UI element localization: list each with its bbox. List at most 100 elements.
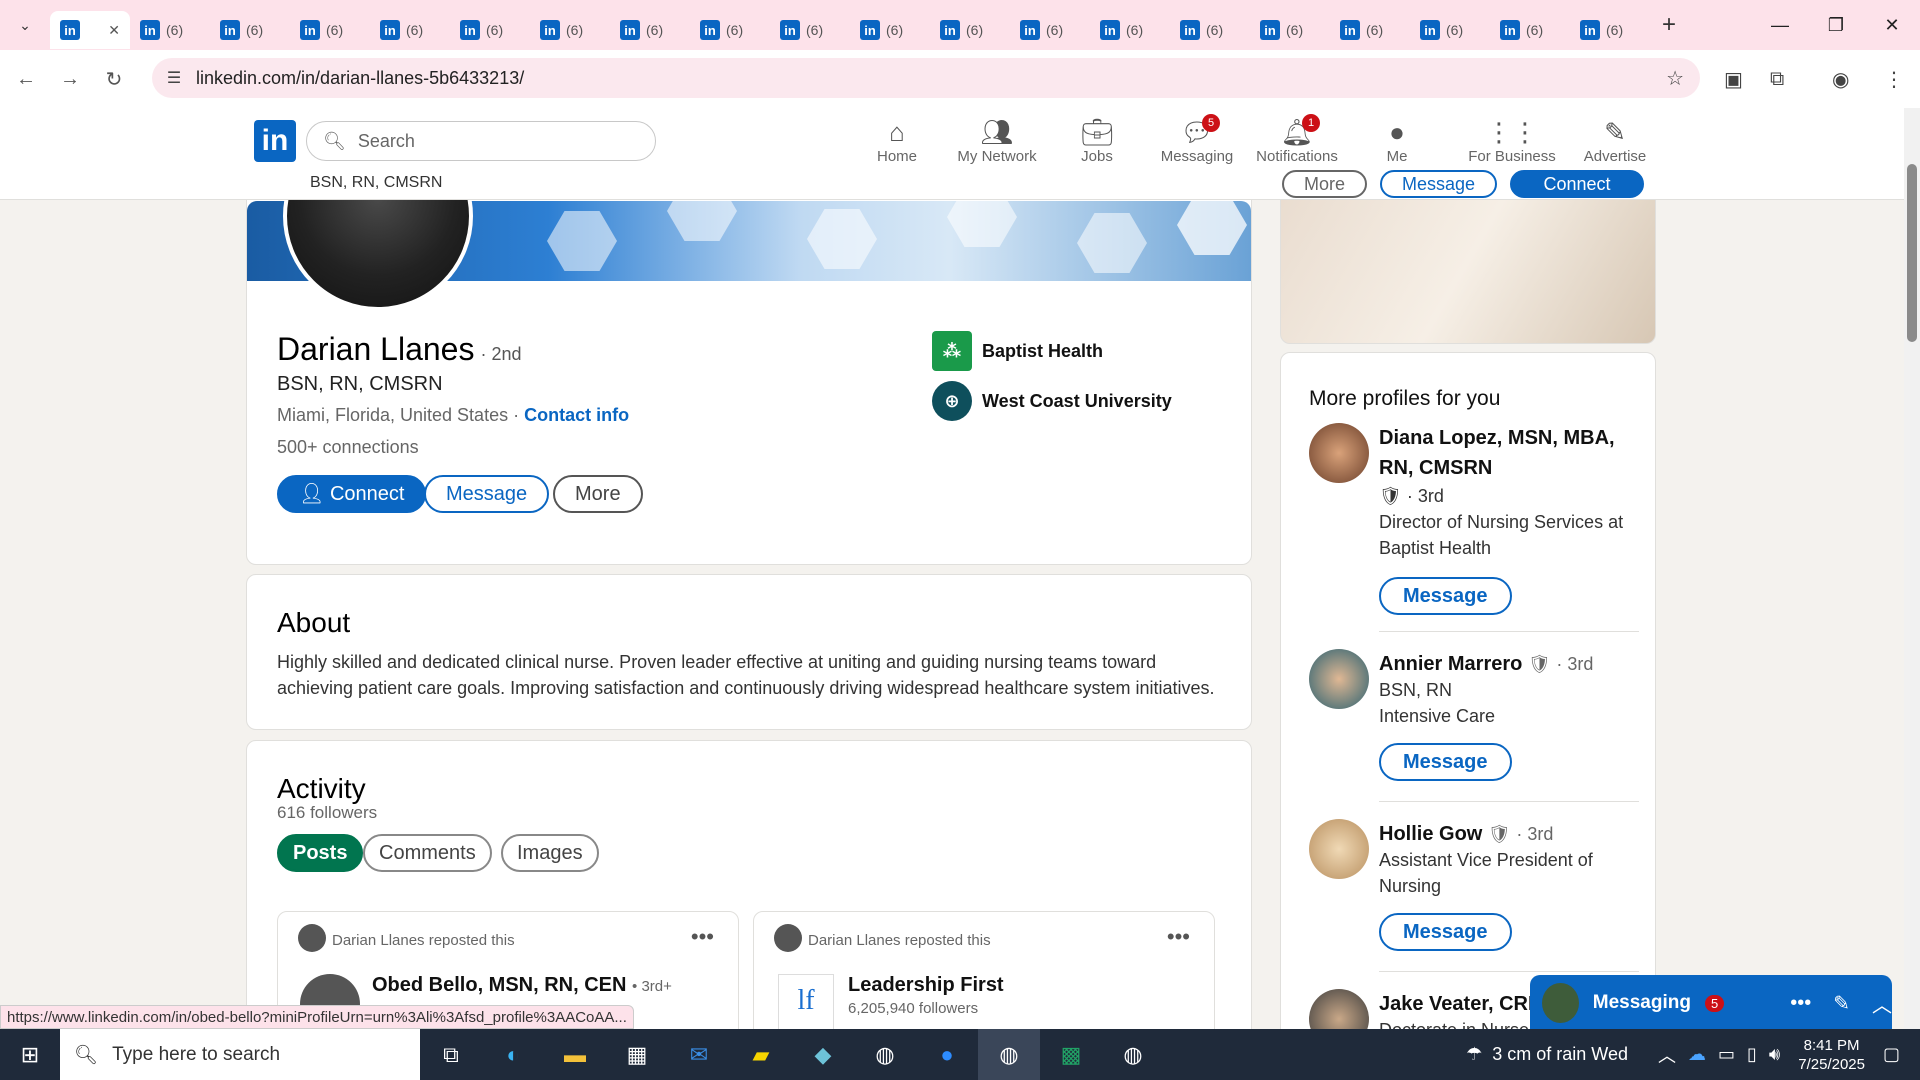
- browser-tab[interactable]: in (6): [1170, 11, 1250, 49]
- close-window-icon[interactable]: ✕: [1864, 0, 1920, 50]
- chrome-icon[interactable]: ◍: [854, 1029, 916, 1080]
- page-scrollbar[interactable]: [1904, 108, 1920, 1029]
- post-author[interactable]: Leadership First: [848, 974, 1004, 997]
- message-button[interactable]: Message: [1379, 913, 1512, 951]
- weather-text[interactable]: 3 cm of rain Wed: [1492, 1044, 1628, 1065]
- messaging-overlay[interactable]: Messaging 5 ••• ✎ ︿: [1530, 975, 1892, 1031]
- sticky-notes-icon[interactable]: ▰: [730, 1029, 792, 1080]
- weather-icon[interactable]: ☂: [1466, 1044, 1482, 1065]
- browser-tab[interactable]: in (6): [930, 11, 1010, 49]
- excel-icon[interactable]: ▩: [1040, 1029, 1102, 1080]
- org-baptist-health[interactable]: ⁂ Baptist Health: [932, 331, 1103, 371]
- sticky-message-button[interactable]: Message: [1380, 170, 1498, 198]
- org-west-coast-university[interactable]: ⊕ West Coast University: [932, 381, 1172, 421]
- scrollbar-thumb[interactable]: [1907, 164, 1917, 342]
- post-card[interactable]: Darian Llanes reposted this ••• lf Leade…: [753, 911, 1215, 1029]
- chrome-active-icon[interactable]: ◍: [978, 1029, 1040, 1080]
- browser-tab[interactable]: in (6): [210, 11, 290, 49]
- chrome-icon[interactable]: ◍: [1102, 1029, 1164, 1080]
- browser-tab[interactable]: in (6): [1570, 11, 1650, 49]
- avatar[interactable]: [1309, 423, 1369, 483]
- close-tab-icon[interactable]: ✕: [108, 22, 120, 39]
- nav-item-advertise[interactable]: ✎ Advertise: [1560, 116, 1670, 176]
- browser-tab[interactable]: in (6): [1490, 11, 1570, 49]
- nav-item-for-business[interactable]: ⋮⋮ For Business: [1457, 116, 1567, 176]
- url-field[interactable]: ☰ linkedin.com/in/darian-llanes-5b643321…: [152, 58, 1700, 98]
- kebab-menu-icon[interactable]: ⋮: [1884, 50, 1904, 108]
- nav-item-jobs[interactable]: 💼︎ Jobs: [1042, 116, 1152, 176]
- avatar[interactable]: [1309, 989, 1369, 1029]
- post-author[interactable]: Obed Bello, MSN, RN, CEN • 3rd+: [372, 974, 672, 997]
- network-icon[interactable]: ▯: [1747, 1044, 1757, 1065]
- message-button[interactable]: Message: [1379, 743, 1512, 781]
- profile-icon[interactable]: ◉: [1832, 50, 1849, 108]
- more-options-icon[interactable]: •••: [691, 924, 714, 950]
- file-explorer-icon[interactable]: ▬: [544, 1029, 606, 1080]
- message-button[interactable]: Message: [424, 475, 550, 513]
- browser-tab[interactable]: in (6): [1330, 11, 1410, 49]
- profile-photo[interactable]: [283, 200, 473, 311]
- browser-tab[interactable]: in (6): [1410, 11, 1490, 49]
- browser-tab[interactable]: in (6): [530, 11, 610, 49]
- browser-tab[interactable]: in (6): [1250, 11, 1330, 49]
- browser-tab[interactable]: in (6): [130, 11, 210, 49]
- nav-item-messaging[interactable]: 💬︎ 5 Messaging: [1142, 114, 1252, 176]
- tab-posts[interactable]: Posts: [277, 834, 364, 872]
- battery-icon[interactable]: ▭: [1718, 1044, 1735, 1065]
- puzzle-icon[interactable]: ⧉: [1770, 50, 1784, 108]
- message-button[interactable]: Message: [1379, 577, 1512, 615]
- sticky-more-button[interactable]: More: [1282, 170, 1368, 198]
- minimize-icon[interactable]: —: [1752, 0, 1808, 50]
- profile-name[interactable]: Diana Lopez, MSN, MBA, RN, CMSRN: [1379, 423, 1639, 483]
- connect-button[interactable]: 👤︎ Connect: [277, 475, 427, 513]
- contact-info-link[interactable]: Contact info: [524, 405, 629, 425]
- more-options-icon[interactable]: •••: [1167, 924, 1190, 950]
- site-info-icon[interactable]: ☰: [152, 68, 196, 88]
- tab-comments[interactable]: Comments: [363, 834, 492, 872]
- nav-item-notifications[interactable]: 🔔︎ 1 Notifications: [1242, 114, 1352, 176]
- profile-name[interactable]: Hollie Gow 🛡︎ · 3rd: [1379, 819, 1639, 849]
- ad-image[interactable]: [1280, 200, 1656, 344]
- mail-icon[interactable]: ✉: [668, 1029, 730, 1080]
- tab-images[interactable]: Images: [501, 834, 599, 872]
- notifications-icon[interactable]: ▢: [1883, 1044, 1900, 1065]
- nav-item-home[interactable]: ⌂ Home: [842, 116, 952, 176]
- tab-search-icon[interactable]: ⌄: [0, 0, 50, 50]
- browser-tab[interactable]: in (6): [690, 11, 770, 49]
- tab-active[interactable]: in ✕: [50, 11, 130, 49]
- windows-start-icon[interactable]: ⊞: [0, 1029, 60, 1080]
- browser-tab[interactable]: in (6): [1090, 11, 1170, 49]
- onedrive-icon[interactable]: ☁: [1688, 1044, 1706, 1065]
- profile-name[interactable]: Annier Marrero 🛡︎ · 3rd: [1379, 649, 1639, 679]
- back-icon[interactable]: ←: [8, 68, 44, 91]
- volume-icon[interactable]: 🔊︎: [1769, 1044, 1780, 1065]
- nav-item-my-network[interactable]: 👥︎ My Network: [942, 116, 1052, 176]
- more-options-icon[interactable]: •••: [1790, 992, 1811, 1015]
- browser-tab[interactable]: in (6): [370, 11, 450, 49]
- browser-tab[interactable]: in (6): [610, 11, 690, 49]
- browser-tab[interactable]: in (6): [850, 11, 930, 49]
- taskbar-search-input[interactable]: 🔍︎ Type here to search: [60, 1029, 420, 1080]
- browser-tab[interactable]: in (6): [450, 11, 530, 49]
- nav-item-me[interactable]: ● Me: [1342, 116, 1452, 176]
- zoom-icon[interactable]: ●: [916, 1029, 978, 1080]
- task-view-icon[interactable]: ⧉: [420, 1029, 482, 1080]
- new-tab-icon[interactable]: +: [1662, 11, 1676, 39]
- more-button[interactable]: More: [553, 475, 643, 513]
- app-diamond-icon[interactable]: ◆: [792, 1029, 854, 1080]
- sticky-connect-button[interactable]: Connect: [1510, 170, 1644, 198]
- browser-tab[interactable]: in (6): [1010, 11, 1090, 49]
- reload-icon[interactable]: ↻: [96, 67, 132, 92]
- restore-icon[interactable]: ❐: [1808, 0, 1864, 50]
- linkedin-logo[interactable]: in: [254, 120, 296, 162]
- browser-tab[interactable]: in (6): [770, 11, 850, 49]
- compose-icon[interactable]: ✎: [1833, 991, 1850, 1016]
- edge-icon[interactable]: ◐: [482, 1029, 544, 1080]
- search-input[interactable]: 🔍︎ Search: [306, 121, 656, 161]
- extension-icon[interactable]: ▣: [1724, 50, 1743, 108]
- avatar[interactable]: [1309, 649, 1369, 709]
- clock[interactable]: 8:41 PM 7/25/2025: [1798, 1036, 1865, 1074]
- browser-tab[interactable]: in (6): [290, 11, 370, 49]
- store-icon[interactable]: ▦: [606, 1029, 668, 1080]
- avatar[interactable]: [1309, 819, 1369, 879]
